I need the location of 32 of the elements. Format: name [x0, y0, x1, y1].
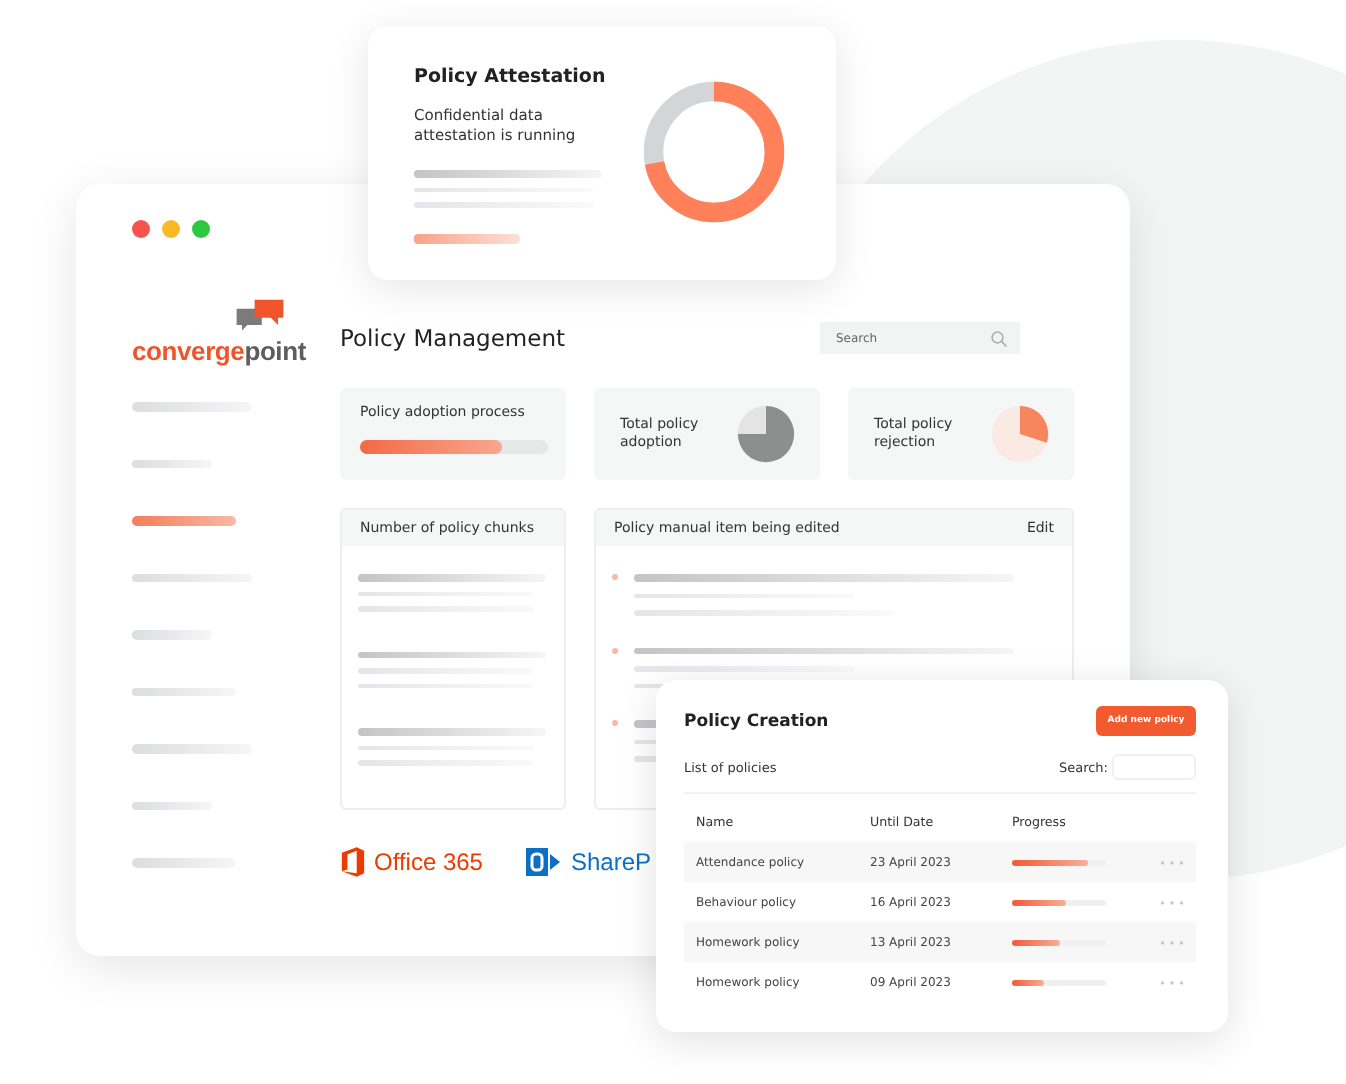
card-title: Policy Creation — [684, 711, 829, 731]
brand-name: ShareP — [570, 848, 652, 876]
page-title: Policy Management — [340, 324, 565, 352]
card-title: Policy Attestation — [414, 64, 606, 90]
close-dot[interactable] — [132, 220, 150, 238]
sharepoint-logo-icon — [526, 846, 563, 878]
sidebar-item[interactable] — [132, 744, 252, 753]
more-icon[interactable] — [1160, 979, 1184, 985]
office-logo-icon — [340, 846, 366, 878]
sidebar-item[interactable] — [132, 630, 212, 639]
placeholder-line — [414, 233, 520, 244]
sidebar-item[interactable] — [132, 687, 236, 696]
more-icon[interactable] — [1160, 899, 1184, 905]
sidebar-item[interactable] — [132, 459, 212, 468]
sidebar-item[interactable] — [132, 573, 252, 582]
chat-bubbles-icon — [232, 298, 288, 334]
more-icon[interactable] — [1160, 859, 1184, 865]
bullet-dot — [612, 574, 618, 580]
brand-name: Office 365 — [374, 848, 483, 876]
bullet-dot — [612, 647, 618, 653]
sidebar-item[interactable] — [132, 516, 236, 525]
sidebar-item[interactable] — [132, 801, 212, 810]
bullet-dot — [612, 720, 618, 726]
minimize-dot[interactable] — [162, 220, 180, 238]
sidebar-item[interactable] — [132, 858, 236, 867]
pie-chart-drawing — [736, 404, 796, 464]
maximize-dot[interactable] — [192, 220, 210, 238]
sidebar-item[interactable] — [132, 402, 252, 411]
more-icon[interactable] — [1160, 939, 1184, 945]
search-icon — [990, 329, 1008, 347]
logo-wordmark: convergepoint — [132, 336, 306, 366]
pie-chart-drawing — [990, 404, 1050, 464]
